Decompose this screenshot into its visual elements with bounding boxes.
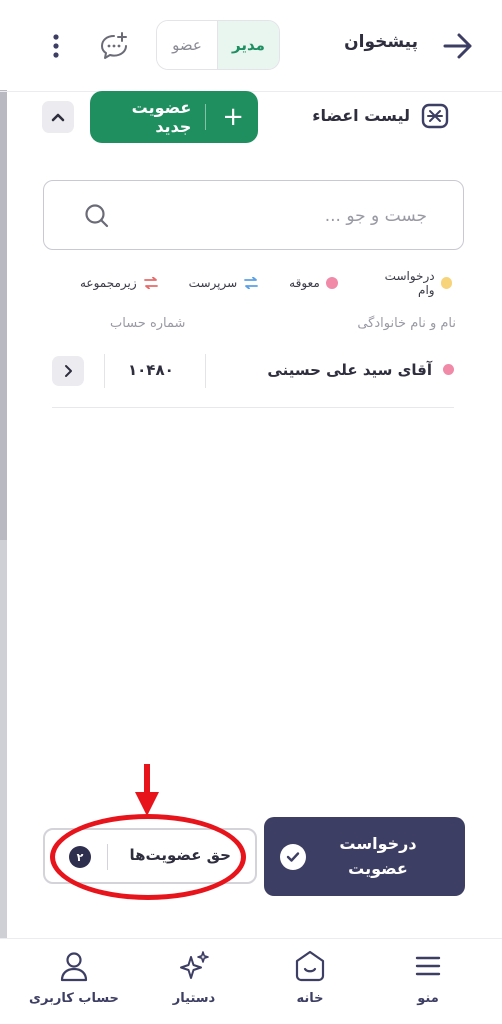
new-member-button[interactable]: + عضویت جدید bbox=[90, 91, 258, 143]
bottom-navigation: منو خانه دستیار حساب کاربری bbox=[0, 938, 502, 1024]
more-vertical-icon bbox=[53, 34, 59, 58]
collapse-button[interactable] bbox=[42, 101, 74, 133]
home-icon bbox=[295, 950, 325, 982]
annotation-circle bbox=[50, 814, 246, 900]
nav-home[interactable]: خانه bbox=[262, 949, 358, 1019]
left-scrollbar[interactable] bbox=[0, 90, 7, 938]
annotation-arrow-icon bbox=[135, 764, 159, 816]
row-separator bbox=[104, 354, 105, 388]
chevron-right-icon bbox=[65, 365, 72, 377]
swap-arrows-blue-icon bbox=[244, 277, 259, 289]
nav-account[interactable]: حساب کاربری bbox=[26, 949, 122, 1019]
chevron-up-icon bbox=[51, 113, 65, 122]
new-chat-button[interactable] bbox=[96, 28, 132, 64]
nav-assistant-label: دستیار bbox=[172, 991, 216, 1006]
row-separator bbox=[205, 354, 206, 388]
nav-home-label: خانه bbox=[296, 991, 324, 1006]
app-header: پیشخوان عضو مدیر bbox=[0, 0, 502, 92]
members-list-title: لیست اعضاء bbox=[312, 106, 410, 125]
scrollbar-thumb[interactable] bbox=[0, 90, 7, 540]
member-name: آقای سید علی حسینی bbox=[267, 361, 432, 379]
nav-assistant[interactable]: دستیار bbox=[146, 949, 242, 1019]
nav-menu-label: منو bbox=[417, 991, 439, 1006]
check-icon bbox=[280, 844, 306, 870]
swap-arrows-red-icon bbox=[143, 277, 158, 289]
sparkles-icon bbox=[180, 951, 209, 979]
role-toggle[interactable]: عضو مدیر bbox=[156, 20, 280, 70]
legend-supervisor: سرپرست bbox=[189, 276, 259, 290]
search-icon[interactable] bbox=[84, 203, 110, 229]
legend-label: زیرمجموعه bbox=[80, 276, 137, 290]
column-header-name: نام و نام خانوادگی bbox=[357, 316, 456, 331]
overdue-status-dot bbox=[443, 364, 454, 375]
arrow-right-icon bbox=[443, 33, 472, 59]
legend-loan-request: درخواست وام bbox=[368, 269, 452, 297]
legend-label: درخواست وام bbox=[384, 269, 435, 297]
table-row[interactable]: آقای سید علی حسینی ۱۰۴۸۰ bbox=[52, 352, 454, 408]
request-membership-label: درخواست عضویت bbox=[339, 834, 417, 878]
chat-add-icon bbox=[101, 32, 127, 59]
more-options-button[interactable] bbox=[44, 28, 68, 64]
request-membership-button[interactable]: درخواست عضویت bbox=[264, 817, 465, 896]
plus-icon: + bbox=[222, 102, 244, 132]
legend-subset: زیرمجموعه bbox=[80, 276, 159, 290]
legend-overdue: معوقه bbox=[289, 276, 338, 290]
role-member-tab[interactable]: عضو bbox=[157, 21, 219, 69]
back-button[interactable] bbox=[440, 28, 476, 64]
legend-label: معوقه bbox=[289, 276, 320, 290]
column-header-account: شماره حساب bbox=[110, 316, 186, 331]
nav-account-label: حساب کاربری bbox=[29, 991, 119, 1006]
pink-dot-icon bbox=[325, 277, 338, 289]
row-details-button[interactable] bbox=[52, 356, 84, 386]
legend-label: سرپرست bbox=[188, 276, 238, 290]
user-icon bbox=[60, 952, 88, 982]
button-separator bbox=[205, 104, 207, 130]
hamburger-menu-icon bbox=[415, 956, 441, 976]
members-list-icon bbox=[421, 103, 449, 129]
search-input[interactable] bbox=[167, 201, 427, 231]
page-title: پیشخوان bbox=[344, 32, 418, 52]
status-legend: درخواست وام معوقه سرپرست زیرمجموعه bbox=[50, 269, 452, 297]
search-box[interactable] bbox=[43, 180, 464, 250]
new-member-label: عضویت جدید bbox=[131, 98, 192, 136]
yellow-dot-icon bbox=[440, 277, 452, 289]
role-admin-tab[interactable]: مدیر bbox=[218, 21, 279, 69]
nav-menu[interactable]: منو bbox=[380, 949, 476, 1019]
member-account-number: ۱۰۴۸۰ bbox=[128, 361, 174, 379]
